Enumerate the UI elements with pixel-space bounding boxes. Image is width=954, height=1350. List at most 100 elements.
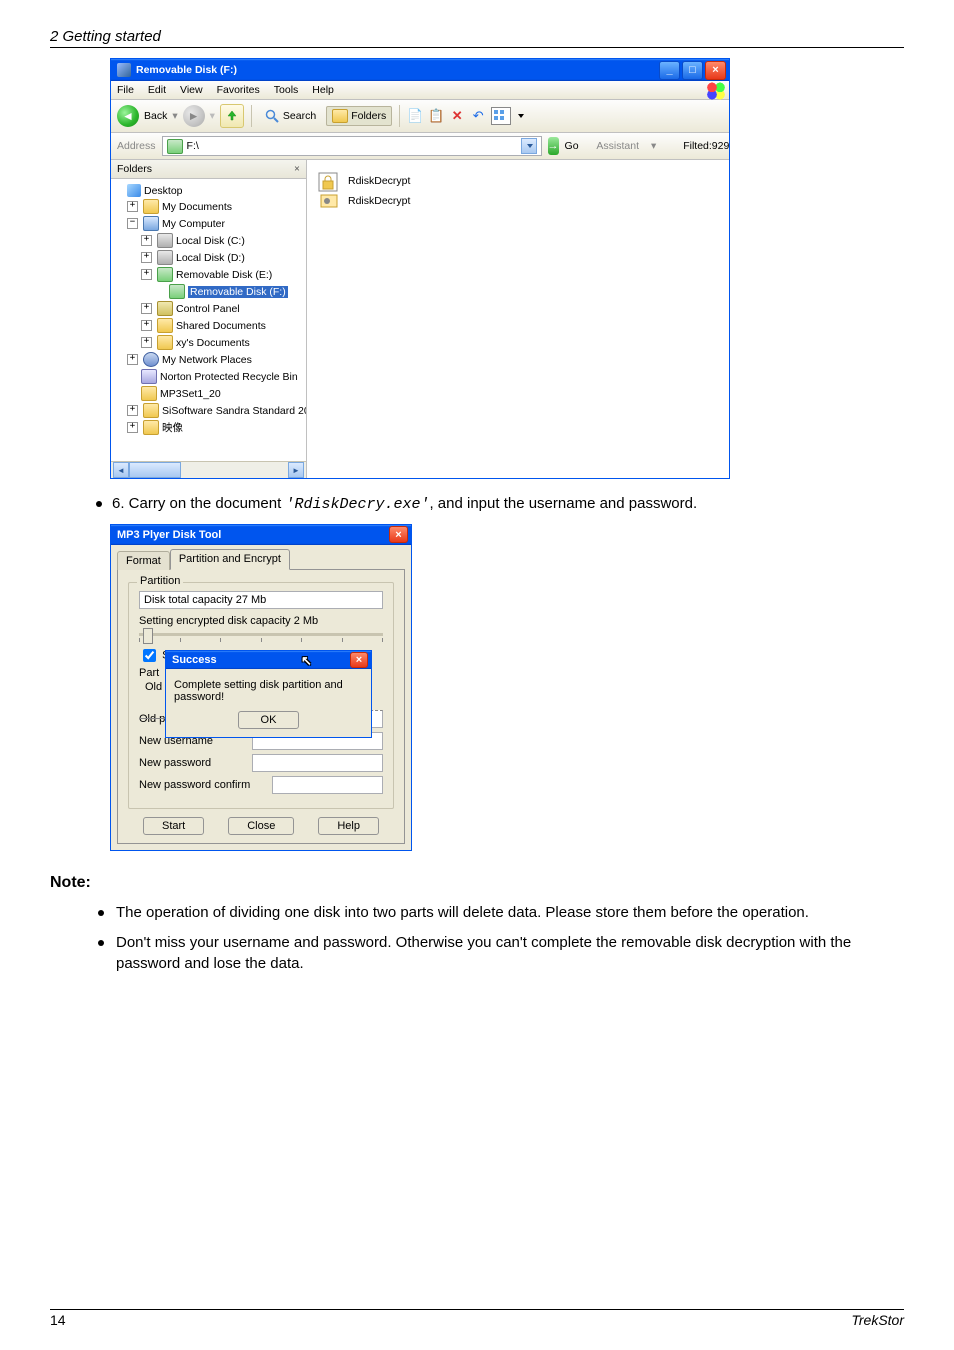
address-dropdown-icon[interactable] [521, 138, 537, 154]
tree-horizontal-scrollbar[interactable]: ◄ ► [111, 461, 306, 478]
note-item-1: The operation of dividing one disk into … [98, 902, 904, 924]
back-label: Back [144, 110, 167, 122]
folders-pane-title: Folders [117, 163, 152, 175]
tree-item-mydocs[interactable]: My Documents [162, 201, 232, 213]
drive-icon [167, 139, 183, 154]
tree-item-drive-e[interactable]: Removable Disk (E:) [176, 269, 272, 281]
new-password-input[interactable] [252, 754, 383, 772]
new-password-label: New password [139, 757, 244, 769]
drive-icon [157, 250, 173, 265]
delete-icon[interactable]: ✕ [449, 108, 465, 124]
tree-item-network[interactable]: My Network Places [162, 354, 252, 366]
menu-edit[interactable]: Edit [148, 84, 166, 96]
set-checkbox[interactable] [143, 649, 156, 662]
move-to-icon[interactable]: 📄 [407, 108, 423, 124]
folder-icon [143, 199, 159, 214]
windows-logo-icon [706, 82, 726, 100]
folder-icon [143, 403, 159, 418]
forward-button[interactable]: ► [183, 105, 205, 127]
toolbar: ◄ Back ▾ ► ▾ Search Folders 📄 [111, 100, 729, 133]
list-item[interactable]: RdiskDecrypt [315, 192, 721, 210]
dialog-close-button[interactable]: × [389, 526, 408, 543]
tree-item-mp3set[interactable]: MP3Set1_20 [160, 388, 221, 400]
page-section-header: 2 Getting started [50, 28, 904, 45]
desktop-icon [127, 184, 141, 197]
folder-icon [143, 420, 159, 435]
views-dropdown-icon[interactable] [518, 114, 524, 118]
footer-brand: TrekStor [851, 1312, 904, 1328]
undo-icon[interactable]: ↶ [470, 108, 486, 124]
start-button[interactable]: Start [143, 817, 204, 835]
tree-item-mycomputer[interactable]: My Computer [162, 218, 225, 230]
new-password-confirm-label: New password confirm [139, 779, 264, 791]
address-input[interactable]: F:\ [162, 136, 542, 156]
success-close-button[interactable]: × [350, 652, 368, 668]
tree-item-drive-f[interactable]: Removable Disk (F:) [188, 286, 288, 298]
folder-icon [157, 318, 173, 333]
search-button[interactable]: Search [259, 106, 321, 126]
maximize-button[interactable]: □ [682, 61, 703, 80]
success-dialog: Success ↖ × Complete setting disk partit… [165, 650, 372, 738]
scroll-right-button[interactable]: ► [288, 462, 304, 478]
new-password-confirm-input[interactable] [272, 776, 383, 794]
address-bar: Address F:\ → Go Assistant ▾ [111, 133, 729, 160]
step-6-text: 6. Carry on the document 'RdiskDecry.exe… [96, 493, 904, 516]
tab-format[interactable]: Format [117, 551, 170, 570]
removable-drive-icon [169, 284, 185, 299]
dialog-title: MP3 Plyer Disk Tool [117, 529, 221, 541]
filtered-label: Filted:929 [683, 140, 729, 152]
success-title: Success [172, 654, 217, 666]
folders-pane: Folders × Desktop +My Documents −My Comp… [111, 160, 307, 478]
disk-tool-dialog: MP3 Plyer Disk Tool × Format Partition a… [110, 524, 412, 851]
note-heading: Note: [50, 871, 904, 894]
network-icon [143, 352, 159, 367]
dialog-title-bar[interactable]: MP3 Plyer Disk Tool × [111, 525, 411, 545]
menu-favorites[interactable]: Favorites [217, 84, 260, 96]
address-label: Address [117, 140, 156, 152]
back-button[interactable]: ◄ [117, 105, 139, 127]
scroll-left-button[interactable]: ◄ [113, 462, 129, 478]
tree-item-drive-c[interactable]: Local Disk (C:) [176, 235, 245, 247]
recycle-bin-icon [141, 369, 157, 384]
lock-file-icon [315, 167, 343, 195]
tab-partition[interactable]: Partition and Encrypt [170, 549, 290, 570]
folder-tree[interactable]: Desktop +My Documents −My Computer +Loca… [111, 179, 306, 461]
go-button[interactable]: → [548, 137, 559, 155]
tree-item-desktop[interactable]: Desktop [144, 185, 183, 197]
menu-view[interactable]: View [180, 84, 203, 96]
tree-item-norton[interactable]: Norton Protected Recycle Bin [160, 371, 298, 383]
address-value: F:\ [187, 140, 199, 152]
control-panel-icon [157, 301, 173, 316]
tree-item-cn[interactable]: 映像 [162, 420, 183, 435]
tree-item-xys-docs[interactable]: xy's Documents [176, 337, 250, 349]
encrypted-capacity-label: Setting encrypted disk capacity 2 Mb [139, 615, 383, 627]
views-button[interactable] [491, 107, 511, 125]
page-footer: 14 TrekStor [50, 1309, 904, 1328]
drive-icon [117, 63, 131, 77]
help-button[interactable]: Help [318, 817, 379, 835]
cursor-icon: ↖ [301, 653, 312, 669]
close-button[interactable]: × [705, 61, 726, 80]
folder-icon [157, 335, 173, 350]
folders-button[interactable]: Folders [326, 106, 392, 126]
tree-item-control-panel[interactable]: Control Panel [176, 303, 240, 315]
menu-file[interactable]: File [117, 84, 134, 96]
menu-help[interactable]: Help [312, 84, 334, 96]
tree-item-sandra[interactable]: SiSoftware Sandra Standard 200 [162, 405, 306, 417]
menu-tools[interactable]: Tools [274, 84, 299, 96]
folders-pane-close-button[interactable]: × [294, 164, 300, 175]
scroll-thumb[interactable] [129, 462, 181, 478]
tree-item-shared-docs[interactable]: Shared Documents [176, 320, 266, 332]
search-icon [264, 108, 280, 124]
close-button[interactable]: Close [228, 817, 294, 835]
minimize-button[interactable]: _ [659, 61, 680, 80]
file-list-pane[interactable]: RdiskDecrypt RdiskDecrypt [307, 160, 729, 478]
copy-to-icon[interactable]: 📋 [428, 108, 444, 124]
capacity-slider[interactable] [139, 633, 383, 636]
explorer-title-bar[interactable]: Removable Disk (F:) _ □ × [111, 59, 729, 81]
tree-item-drive-d[interactable]: Local Disk (D:) [176, 252, 245, 264]
success-ok-button[interactable]: OK [238, 711, 300, 729]
slider-thumb[interactable] [143, 628, 153, 644]
up-button[interactable] [220, 104, 244, 128]
success-title-bar[interactable]: Success ↖ × [166, 651, 371, 669]
